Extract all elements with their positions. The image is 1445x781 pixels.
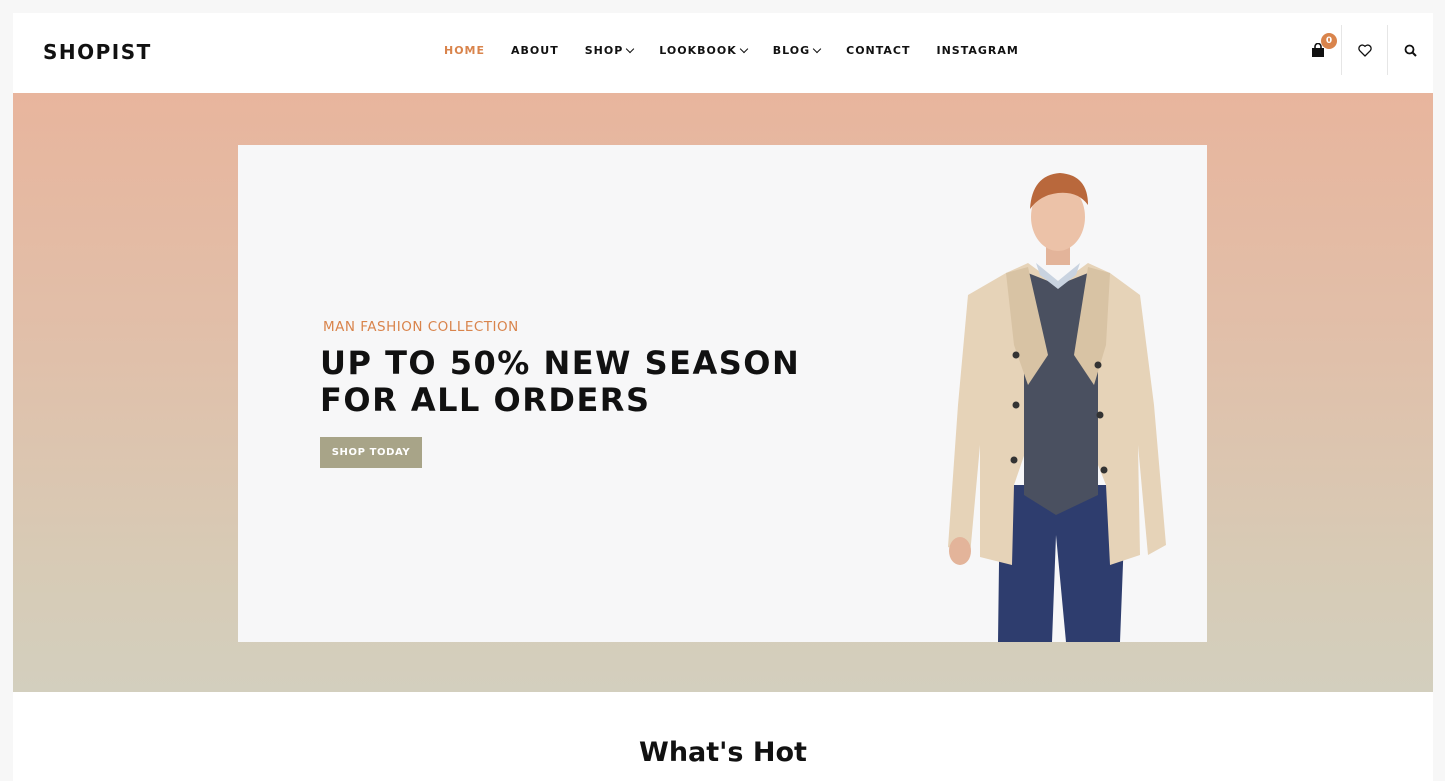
heart-icon [1357,43,1372,57]
site-header: SHOPIST HOME ABOUT SHOP LOOKBOOK BLOG CO… [13,13,1433,93]
nav-item-shop[interactable]: SHOP [584,44,635,57]
site-logo[interactable]: SHOPIST [43,40,152,64]
nav-item-about-label: ABOUT [511,44,559,57]
shop-today-button[interactable]: SHOP TODAY [320,437,422,468]
nav-item-instagram-label: INSTAGRAM [936,44,1019,57]
nav-item-contact-label: CONTACT [846,44,911,57]
hero-headline: UP TO 50% NEW SEASON FOR ALL ORDERS [320,345,800,419]
search-button[interactable] [1387,25,1433,75]
cart-button[interactable]: 0 [1295,25,1341,75]
hero-headline-line1: UP TO 50% NEW SEASON [320,344,801,382]
nav-item-shop-label: SHOP [584,44,624,57]
nav-item-lookbook-label: LOOKBOOK [659,44,737,57]
hero-headline-line2: FOR ALL ORDERS [320,381,651,419]
hero-model-image [948,173,1166,642]
nav-item-instagram[interactable]: INSTAGRAM [937,44,1019,57]
nav-item-blog[interactable]: BLOG [772,44,822,57]
chevron-down-icon [812,44,822,54]
nav-item-home-label: HOME [444,44,486,57]
hero-card: MAN FASHION COLLECTION UP TO 50% NEW SEA… [238,145,1207,642]
hero-banner: MAN FASHION COLLECTION UP TO 50% NEW SEA… [13,93,1433,692]
page-frame: SHOPIST HOME ABOUT SHOP LOOKBOOK BLOG CO… [13,13,1433,781]
cart-count-badge: 0 [1321,33,1337,49]
main-nav: HOME ABOUT SHOP LOOKBOOK BLOG CONTACT IN… [444,44,1045,57]
nav-item-home[interactable]: HOME [444,44,485,57]
nav-item-blog-label: BLOG [772,44,811,57]
search-icon [1404,44,1417,57]
header-icons: 0 [1295,25,1433,75]
wishlist-button[interactable] [1341,25,1387,75]
nav-item-about[interactable]: ABOUT [511,44,559,57]
chevron-down-icon [739,44,748,54]
nav-item-contact[interactable]: CONTACT [846,44,910,57]
chevron-down-icon [626,44,635,54]
whats-hot-heading: What's Hot [639,737,807,768]
nav-item-lookbook[interactable]: LOOKBOOK [659,44,748,57]
hero-eyebrow: MAN FASHION COLLECTION [323,319,519,335]
